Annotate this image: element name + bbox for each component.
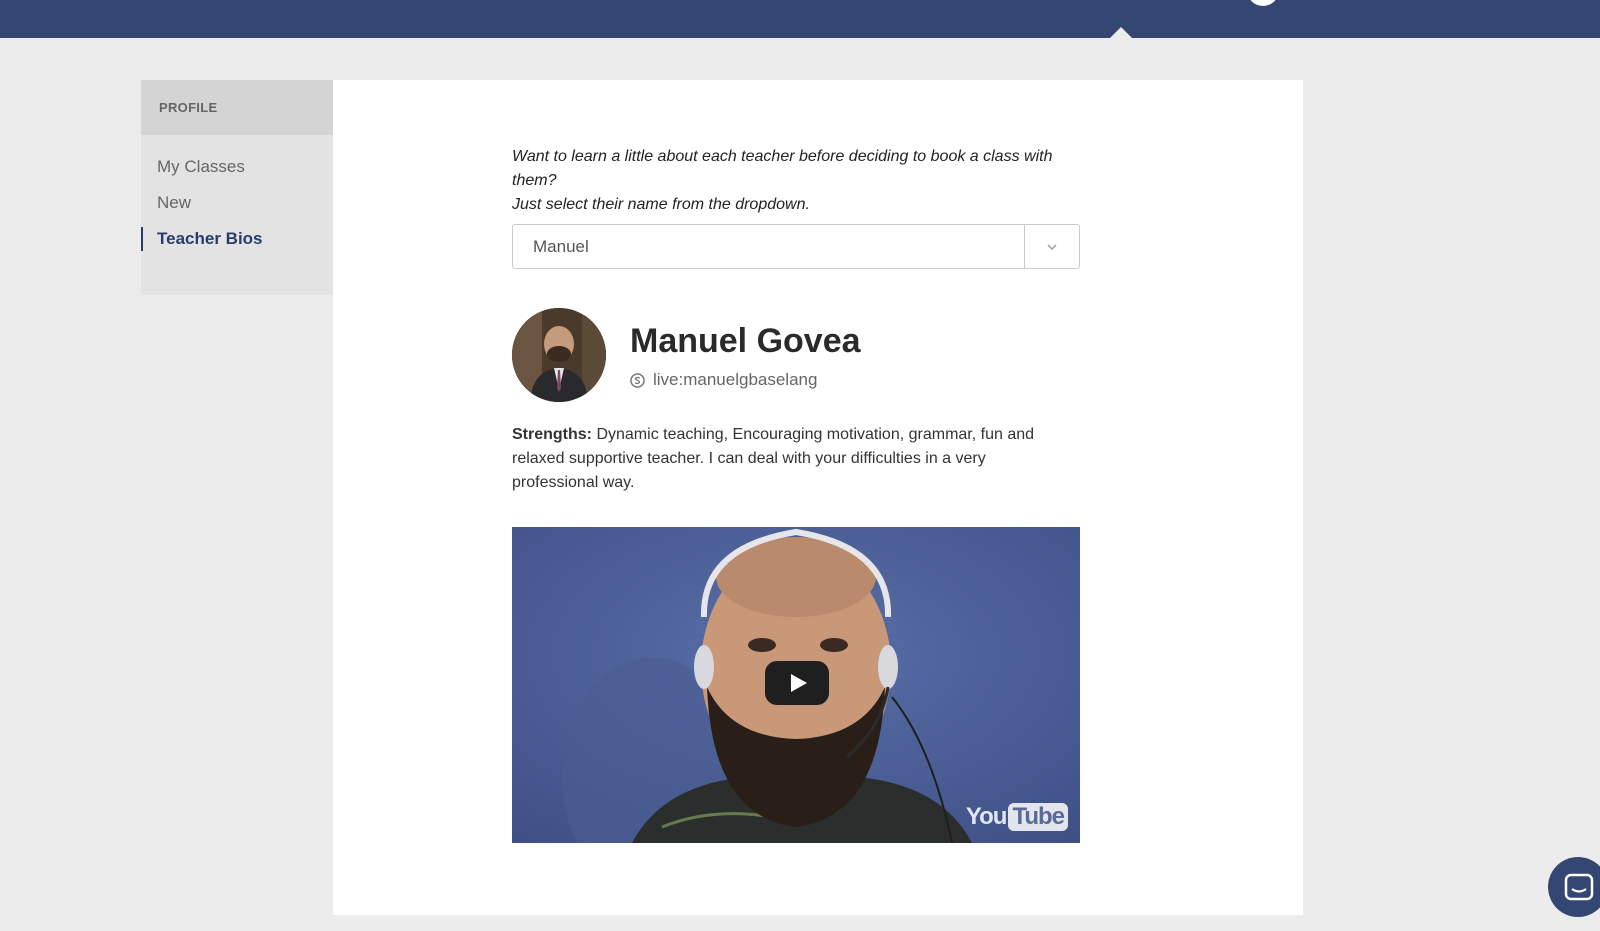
youtube-logo-you: You <box>965 803 1008 830</box>
youtube-logo-tube: Tube <box>1008 803 1068 831</box>
strengths-label: Strengths: <box>512 426 592 443</box>
chevron-down-icon <box>1047 244 1057 250</box>
chat-launcher-button[interactable] <box>1548 857 1600 917</box>
intro-line-1: Want to learn a little about each teache… <box>512 148 1053 189</box>
logo[interactable] <box>228 0 298 2</box>
top-navbar <box>0 0 1600 38</box>
teacher-select-dropdown[interactable]: Manuel <box>512 224 1080 269</box>
intro-line-2: Just select their name from the dropdown… <box>512 196 810 213</box>
active-nav-caret <box>1110 27 1132 38</box>
skype-icon <box>630 372 645 388</box>
profile-sidebar: PROFILE My Classes New Teacher Bios <box>141 80 333 295</box>
sidebar-item-new[interactable]: New <box>141 189 333 225</box>
play-icon[interactable] <box>765 661 829 705</box>
user-avatar[interactable] <box>1247 0 1279 6</box>
teacher-avatar <box>512 308 606 402</box>
teacher-strengths: Strengths: Dynamic teaching, Encouraging… <box>512 423 1062 495</box>
skype-id: live:manuelgbaselang <box>653 370 818 389</box>
teacher-video[interactable]: You Tube <box>512 527 1080 843</box>
sidebar-item-my-classes[interactable]: My Classes <box>141 153 333 189</box>
skype-contact[interactable]: live:manuelgbaselang <box>630 370 817 390</box>
sidebar-nav: My Classes New Teacher Bios <box>141 135 333 261</box>
dropdown-toggle[interactable] <box>1024 225 1079 268</box>
intro-text: Want to learn a little about each teache… <box>512 145 1092 217</box>
teacher-name: Manuel Govea <box>630 322 861 360</box>
sidebar-heading: PROFILE <box>141 80 333 135</box>
sidebar-item-teacher-bios[interactable]: Teacher Bios <box>141 225 333 261</box>
teacher-select-value: Manuel <box>533 237 589 256</box>
chat-icon <box>1564 873 1594 901</box>
youtube-logo: You Tube <box>966 803 1068 831</box>
